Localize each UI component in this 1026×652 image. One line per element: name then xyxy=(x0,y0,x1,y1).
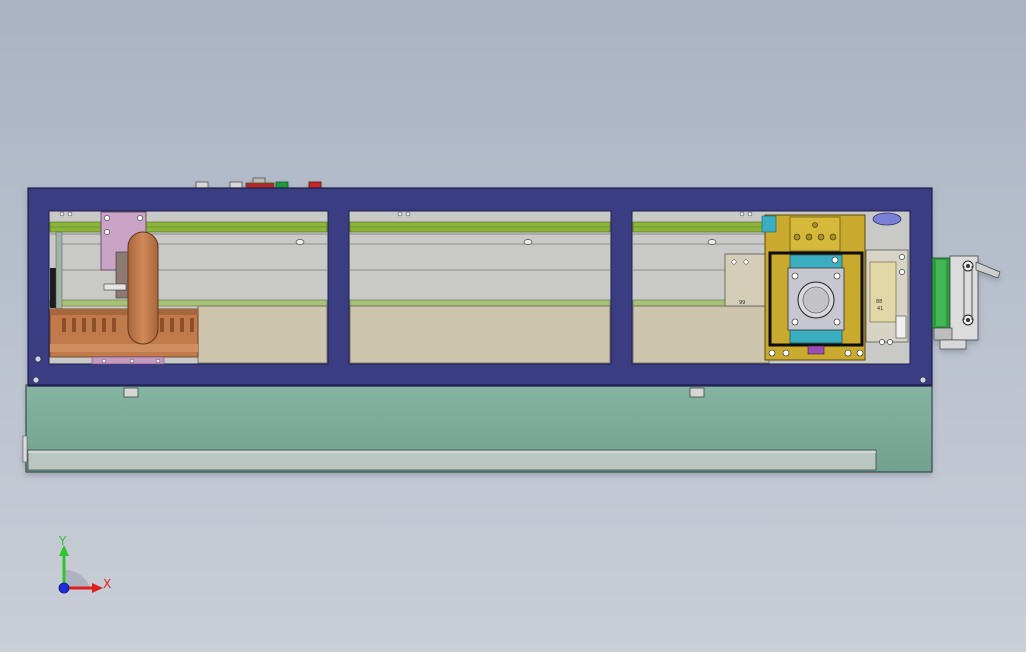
oval-cap xyxy=(872,212,902,226)
top-fittings xyxy=(195,177,322,190)
copper-slot xyxy=(127,231,159,345)
gripper-module xyxy=(761,214,866,361)
bracket-mark: 99 xyxy=(739,300,745,306)
module-mark-2: 41 xyxy=(877,306,883,312)
side-module: 88 41 xyxy=(865,249,909,345)
tan-bracket: 99 xyxy=(724,253,766,307)
cad-viewport[interactable]: 99 88 41 Y X xyxy=(0,0,1026,652)
base-plate xyxy=(22,384,933,473)
module-mark-1: 88 xyxy=(876,299,882,305)
coordinate-triad: Y X xyxy=(58,534,111,594)
z-axis-origin xyxy=(58,582,70,594)
window-right: 99 88 41 xyxy=(631,210,911,365)
x-axis-label: X xyxy=(103,577,111,591)
window-middle xyxy=(348,210,612,365)
tensioner-assembly xyxy=(931,255,1001,350)
window-left xyxy=(48,210,329,365)
y-axis-label: Y xyxy=(58,534,67,548)
rack-gear xyxy=(49,308,199,365)
machine-assembly: 99 88 41 xyxy=(22,177,1001,473)
